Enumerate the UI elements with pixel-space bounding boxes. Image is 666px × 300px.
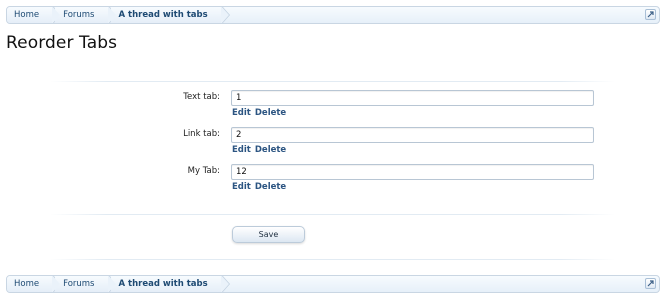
tab-row-text: Text tab: Edit Delete	[0, 90, 666, 124]
edit-link[interactable]: Edit	[232, 108, 251, 118]
breadcrumb-item-forums[interactable]: Forums	[55, 276, 117, 292]
breadcrumb-item-forums[interactable]: Forums	[55, 7, 117, 23]
breadcrumb-item-home[interactable]: Home	[7, 276, 62, 292]
breadcrumb-item-thread[interactable]: A thread with tabs	[110, 7, 230, 23]
save-button[interactable]: Save	[232, 226, 305, 243]
breadcrumb-label: A thread with tabs	[118, 10, 208, 20]
edit-link[interactable]: Edit	[232, 145, 251, 155]
breadcrumb-item-home[interactable]: Home	[7, 7, 62, 23]
tab-row-label: Link tab:	[183, 129, 220, 139]
jump-to-button[interactable]	[645, 278, 656, 289]
breadcrumb-label: Forums	[63, 279, 95, 289]
breadcrumb-items: Home Forums A thread with tabs	[7, 7, 659, 23]
delete-link[interactable]: Delete	[255, 108, 286, 118]
page-title: Reorder Tabs	[6, 33, 118, 53]
jump-to-icon	[647, 11, 654, 18]
jump-to-button[interactable]	[645, 9, 656, 20]
breadcrumb-label: Home	[14, 279, 40, 289]
breadcrumb-label: Home	[14, 10, 40, 20]
tab-row-label: My Tab:	[187, 166, 220, 176]
breadcrumb-items: Home Forums A thread with tabs	[7, 276, 659, 292]
tab-row-actions: Edit Delete	[232, 108, 286, 118]
form-divider-bottom	[50, 259, 615, 260]
tab-row-label: Text tab:	[183, 92, 220, 102]
tab-row-my: My Tab: Edit Delete	[0, 164, 666, 198]
tab-order-input[interactable]	[231, 164, 594, 180]
breadcrumb-item-thread[interactable]: A thread with tabs	[110, 276, 230, 292]
tab-order-input[interactable]	[231, 127, 594, 143]
tab-row-link: Link tab: Edit Delete	[0, 127, 666, 161]
tab-row-actions: Edit Delete	[232, 182, 286, 192]
delete-link[interactable]: Delete	[255, 182, 286, 192]
breadcrumb-label: Forums	[63, 10, 95, 20]
edit-link[interactable]: Edit	[232, 182, 251, 192]
breadcrumb-label: A thread with tabs	[118, 279, 208, 289]
form-divider-top	[50, 81, 615, 82]
jump-to-icon	[647, 280, 654, 287]
tab-order-input[interactable]	[231, 90, 594, 106]
form-divider-middle	[50, 214, 615, 215]
breadcrumb: Home Forums A thread with tabs	[6, 6, 660, 24]
delete-link[interactable]: Delete	[255, 145, 286, 155]
tab-row-actions: Edit Delete	[232, 145, 286, 155]
breadcrumb-bottom: Home Forums A thread with tabs	[6, 275, 660, 293]
